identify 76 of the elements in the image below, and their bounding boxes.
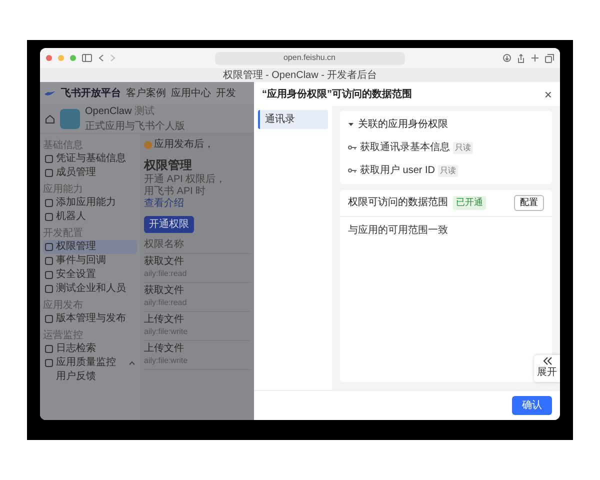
- square-icon: [45, 315, 53, 323]
- back-icon[interactable]: [98, 54, 104, 62]
- square-icon: [45, 155, 53, 163]
- sidebar-item[interactable]: 应用质量监控: [43, 356, 137, 370]
- double-chevron-icon: [542, 357, 552, 365]
- permission-name: 获取文件: [144, 285, 185, 297]
- permission-name: 获取文件: [144, 256, 185, 268]
- permission-label: 获取用户 user ID: [360, 164, 436, 178]
- sidebar-item[interactable]: 版本管理与发布: [43, 312, 137, 326]
- section-title: 权限可访问的数据范围: [348, 196, 448, 210]
- app-icon: [60, 108, 80, 128]
- square-icon: [45, 169, 53, 177]
- scope-text: 与应用的可用范围一致: [347, 224, 449, 238]
- status-tag: 已开通: [453, 196, 486, 210]
- address-bar[interactable]: open.feishu.cn: [214, 52, 404, 64]
- sidebar-item[interactable]: 测试企业和人员: [43, 282, 137, 296]
- share-icon[interactable]: [517, 54, 525, 62]
- caret-icon: [129, 361, 135, 365]
- square-icon: [45, 285, 53, 293]
- sidebar-item[interactable]: 权限管理: [43, 240, 137, 254]
- square-icon: [45, 213, 53, 221]
- warning-icon: [144, 140, 152, 148]
- sidebar-icon[interactable]: [82, 54, 92, 62]
- description-text: 开通 API 权限后，: [144, 174, 227, 186]
- key-icon: [348, 145, 357, 150]
- square-icon: [45, 271, 53, 279]
- sidebar-item[interactable]: 凭证与基础信息: [43, 152, 137, 166]
- download-icon[interactable]: [503, 54, 511, 62]
- section-heading: 应用发布: [43, 299, 84, 312]
- category-item[interactable]: 通讯录: [258, 110, 328, 129]
- permission-name: 上传文件: [144, 343, 185, 355]
- permission-tag: 只读: [438, 164, 458, 176]
- permission-tag: 只读: [453, 142, 473, 154]
- section-heading: 基础信息: [43, 139, 84, 152]
- section-heading: 开发配置: [43, 227, 84, 240]
- notice-text: 应用发布后，: [154, 138, 214, 152]
- expand-tab[interactable]: 展开: [534, 355, 560, 382]
- column-header: 权限名称: [144, 237, 250, 254]
- permission-name: 上传文件: [144, 314, 185, 326]
- sidebar-item[interactable]: 机器人: [43, 210, 137, 224]
- grant-permission-button[interactable]: 开通权限: [144, 216, 194, 233]
- section-title: 关联的应用身份权限: [358, 118, 448, 132]
- home-icon[interactable]: [45, 114, 55, 124]
- nav-link[interactable]: 应用中心: [171, 86, 211, 100]
- confirm-button[interactable]: 确认: [512, 396, 552, 415]
- description-text: 用飞书 API 时: [144, 186, 207, 198]
- sidebar-item[interactable]: 安全设置: [43, 268, 137, 282]
- configure-button[interactable]: 配置: [514, 195, 544, 210]
- dialog-title: “应用身份权限”可访问的数据范围: [262, 87, 412, 102]
- tabs-icon[interactable]: [545, 54, 554, 62]
- sidebar-item[interactable]: 事件与回调: [43, 254, 137, 268]
- expand-link[interactable]: 查看介绍: [144, 198, 250, 210]
- nav-link[interactable]: 客户案例: [126, 86, 166, 100]
- sidebar-item[interactable]: 用户反馈: [43, 370, 137, 384]
- permission-label: 获取通讯录基本信息: [360, 140, 450, 155]
- sidebar-item[interactable]: 添加应用能力: [43, 196, 137, 210]
- app-tag: 测试: [134, 106, 154, 116]
- window-close-button[interactable]: [46, 55, 52, 61]
- key-icon: [348, 168, 357, 173]
- logo-text: 飞书开放平台: [61, 86, 121, 100]
- square-icon: [45, 345, 53, 353]
- section-heading: 运营监控: [43, 329, 84, 342]
- caret-icon[interactable]: [348, 122, 354, 127]
- square-icon: [45, 359, 53, 367]
- sidebar-item[interactable]: 成员管理: [43, 166, 137, 180]
- plus-icon[interactable]: [531, 54, 539, 62]
- close-button[interactable]: ×: [544, 88, 552, 100]
- square-icon: [45, 199, 53, 207]
- app-name: OpenClaw: [85, 106, 132, 116]
- square-icon: [45, 243, 53, 251]
- square-icon: [45, 257, 53, 265]
- app-subtitle: 正式应用与飞书个人版: [85, 120, 185, 134]
- page-title: 权限管理: [144, 157, 193, 174]
- nav-link[interactable]: 开发: [216, 86, 236, 100]
- sidebar-item[interactable]: 日志检索: [43, 342, 137, 356]
- section-heading: 应用能力: [43, 183, 84, 196]
